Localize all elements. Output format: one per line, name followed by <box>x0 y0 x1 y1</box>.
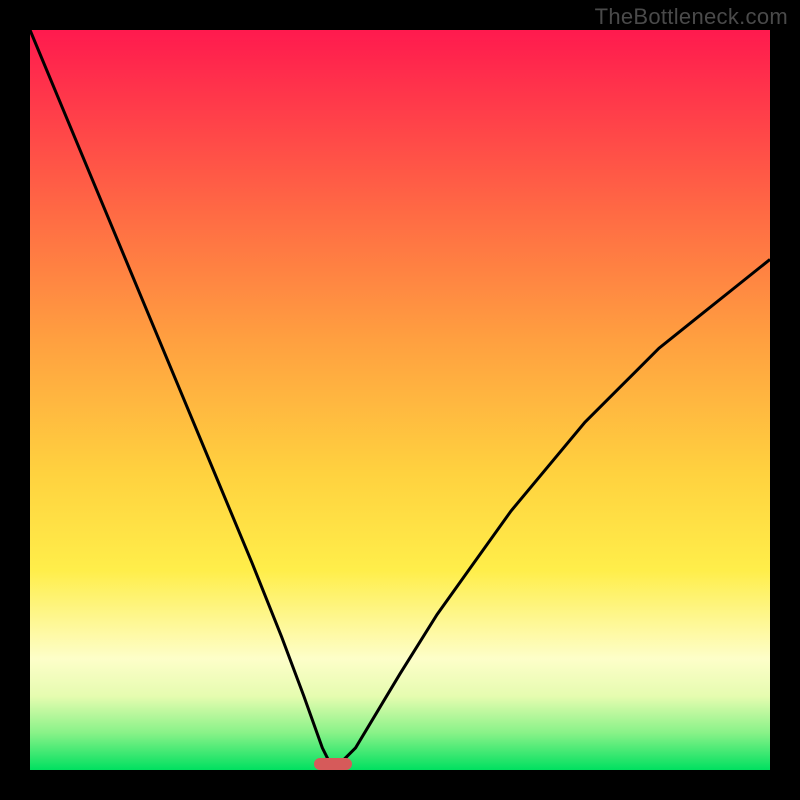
minimum-marker <box>314 758 352 770</box>
watermark-text: TheBottleneck.com <box>595 4 788 30</box>
chart-frame: TheBottleneck.com <box>0 0 800 800</box>
bottleneck-curve <box>30 30 770 770</box>
curve-path <box>30 30 770 770</box>
